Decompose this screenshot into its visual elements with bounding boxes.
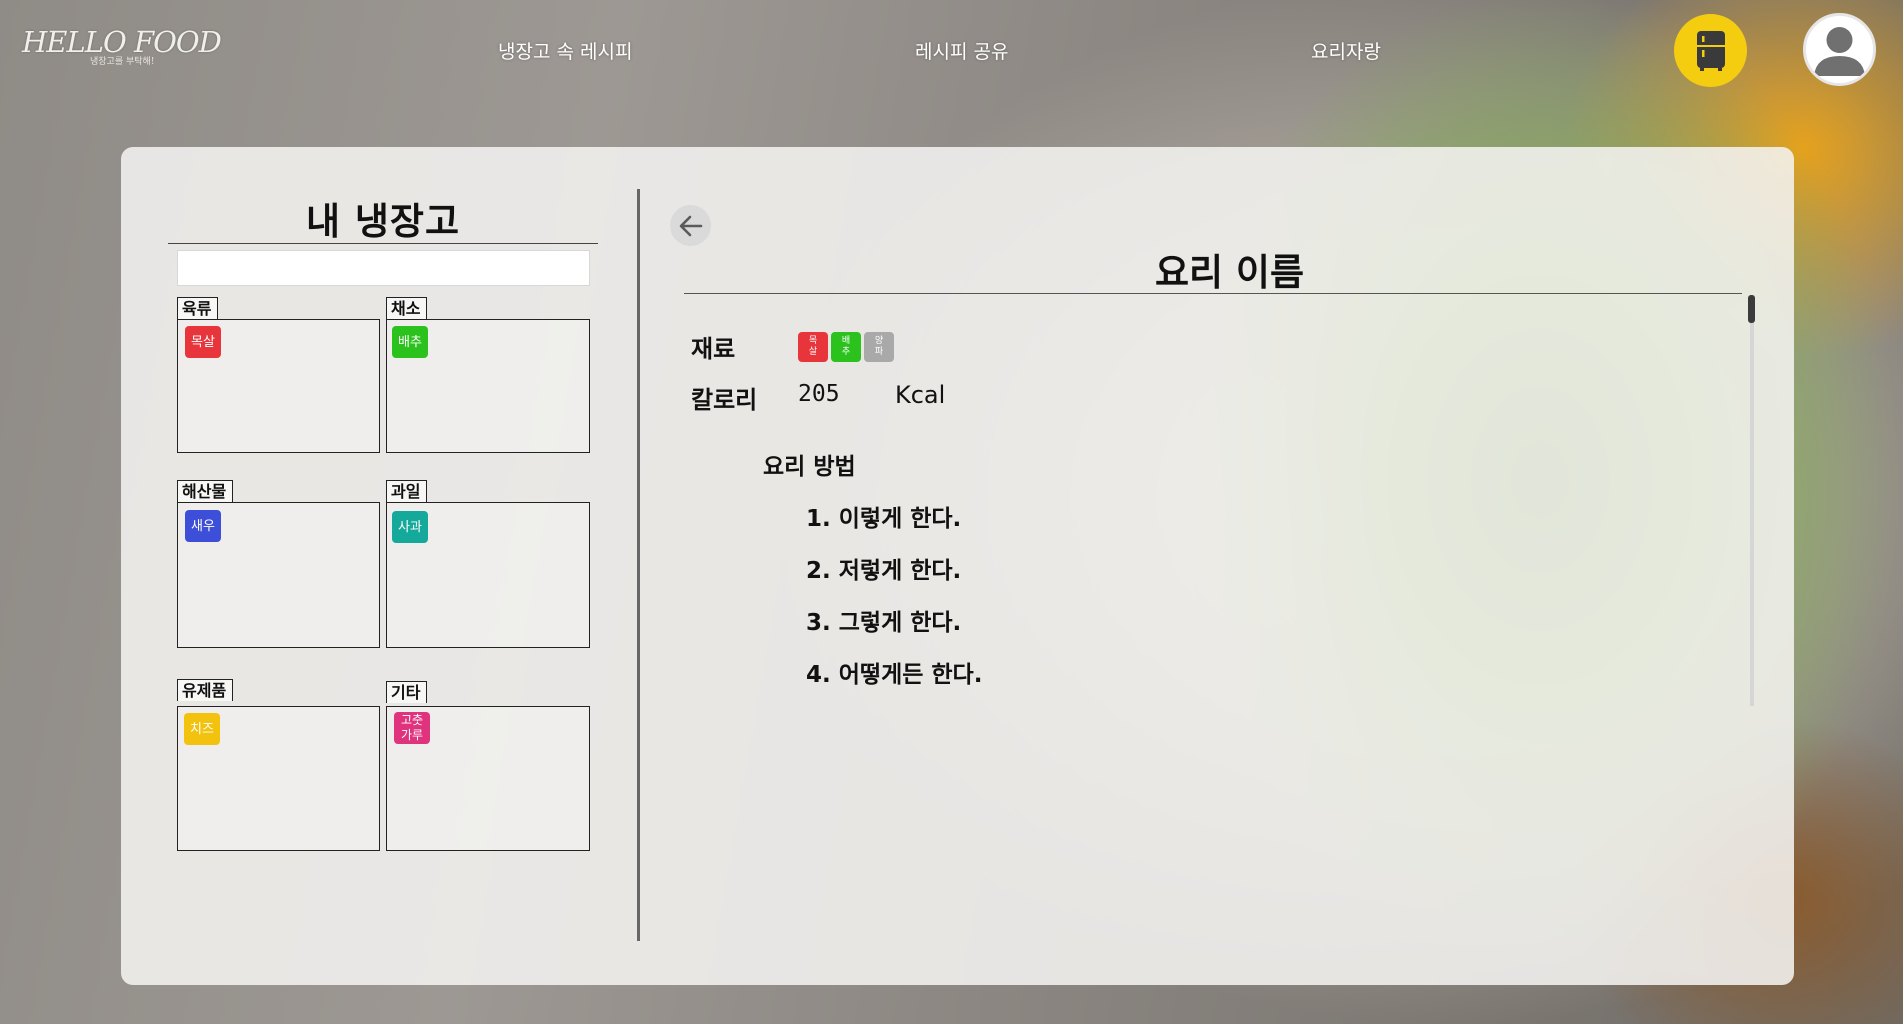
- arrow-left-icon: [679, 215, 702, 236]
- recipe-ingredient-chip[interactable]: 양 파: [864, 332, 894, 362]
- category-tab-meat[interactable]: 육류: [177, 297, 219, 319]
- category-box-fruit: 사과: [386, 502, 590, 648]
- recipe-ingredient-chip[interactable]: 배 추: [831, 332, 861, 362]
- ingredient-chip[interactable]: 치즈: [184, 713, 220, 745]
- recipe-ingredient-chip[interactable]: 목 살: [798, 332, 828, 362]
- ingredient-chip[interactable]: 새우: [185, 510, 221, 542]
- ingredient-chip[interactable]: 목살: [185, 326, 221, 358]
- nav-recipe-share[interactable]: 레시피 공유: [915, 37, 1008, 64]
- main-panel: 내 냉장고 육류 목살 채소 배추 해산물 새우 과일 사과 유제품 치즈 기타…: [121, 147, 1794, 985]
- my-fridge-button[interactable]: [1674, 14, 1747, 87]
- category-box-meat: 목살: [177, 319, 380, 453]
- cooking-step: 4. 어떻게든 한다.: [806, 662, 983, 688]
- fridge-icon: [1696, 30, 1725, 71]
- calorie-unit: Kcal: [895, 381, 946, 409]
- category-tab-vegetable[interactable]: 채소: [386, 297, 428, 319]
- cooking-step: 2. 저렇게 한다.: [806, 558, 962, 584]
- top-navigation: HELLO FOOD 냉장고를 부탁해! 냉장고 속 레시피 레시피 공유 요리…: [0, 0, 1903, 110]
- ingredient-chip[interactable]: 고춧 가루: [394, 712, 430, 744]
- nav-fridge-recipes[interactable]: 냉장고 속 레시피: [498, 37, 632, 64]
- divider: [168, 243, 598, 244]
- category-tab-dairy[interactable]: 유제품: [177, 679, 234, 701]
- category-box-etc: 고춧 가루: [386, 706, 590, 851]
- recipe-title: 요리 이름: [1154, 251, 1305, 294]
- cooking-method-label: 요리 방법: [763, 454, 856, 480]
- ingredient-chip[interactable]: 배추: [392, 326, 428, 358]
- logo[interactable]: HELLO FOOD 냉장고를 부탁해!: [22, 26, 222, 67]
- cooking-step: 1. 이렇게 한다.: [806, 506, 962, 532]
- calorie-value: 205: [798, 381, 840, 407]
- column-divider: [637, 189, 640, 941]
- scrollbar-thumb[interactable]: [1748, 295, 1755, 323]
- logo-tagline: 냉장고를 부탁해!: [90, 57, 155, 67]
- category-box-seafood: 새우: [177, 502, 380, 648]
- scrollbar-track[interactable]: [1750, 295, 1754, 706]
- ingredients-label: 재료: [691, 335, 736, 363]
- category-tab-seafood[interactable]: 해산물: [177, 480, 234, 502]
- ingredient-chip[interactable]: 사과: [392, 511, 428, 543]
- category-box-vegetable: 배추: [386, 319, 590, 453]
- category-tab-fruit[interactable]: 과일: [386, 480, 428, 502]
- ingredient-search-input[interactable]: [177, 250, 590, 286]
- divider: [684, 293, 1742, 294]
- category-tab-etc[interactable]: 기타: [386, 681, 428, 703]
- user-icon: [1814, 27, 1865, 76]
- cooking-step: 3. 그렇게 한다.: [806, 610, 962, 636]
- calorie-label: 칼로리: [691, 386, 758, 414]
- nav-cooking-showoff[interactable]: 요리자랑: [1311, 37, 1381, 64]
- fridge-title: 내 냉장고: [305, 200, 461, 243]
- user-profile-button[interactable]: [1803, 13, 1876, 86]
- category-box-dairy: 치즈: [177, 706, 380, 851]
- back-button[interactable]: [670, 205, 711, 246]
